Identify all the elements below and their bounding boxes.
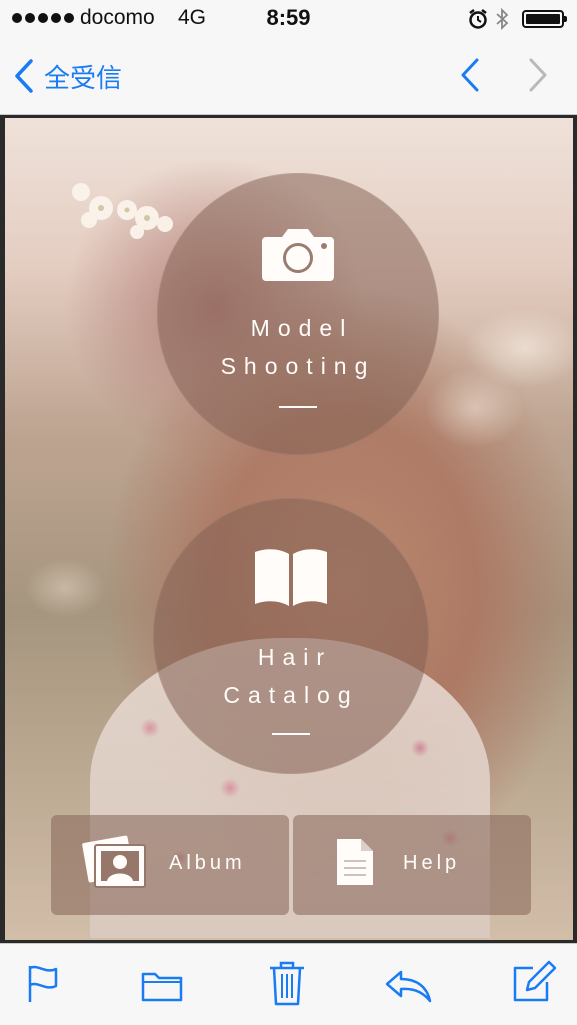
navigation-bar: 全受信: [0, 38, 577, 115]
flag-button[interactable]: [26, 964, 60, 1009]
divider-line: [272, 733, 310, 735]
flower-crown: [72, 183, 173, 239]
status-bar: docomo 4G 8:59: [0, 0, 577, 38]
reply-icon: [385, 970, 432, 1003]
camera-icon: [262, 229, 334, 281]
reply-button[interactable]: [383, 968, 433, 1009]
bluetooth-icon: [496, 7, 509, 31]
back-label: 全受信: [44, 62, 123, 93]
alarm-icon: [469, 9, 487, 29]
bottom-toolbar: [0, 943, 577, 1025]
photo-portrait-icon: [82, 835, 146, 888]
trash-icon: [270, 961, 304, 1006]
hair-catalog-label: Hair Catalog: [223, 644, 359, 708]
move-to-folder-button[interactable]: [141, 968, 183, 1007]
album-label: Album: [169, 852, 246, 874]
compose-icon: [513, 960, 557, 1002]
folder-icon: [141, 972, 183, 1002]
hero-photo: Model Shooting Hair Catalog Album Help: [5, 118, 573, 940]
dress-pattern: [90, 638, 490, 938]
model-shooting-button[interactable]: Model Shooting: [157, 173, 439, 455]
divider-line: [279, 406, 317, 408]
message-content: Model Shooting Hair Catalog Album Help: [0, 115, 577, 943]
compose-button[interactable]: [511, 960, 557, 1009]
chevron-left-icon: [15, 59, 33, 93]
hair-catalog-button[interactable]: Hair Catalog: [153, 498, 429, 774]
flag-icon: [28, 965, 58, 1002]
help-label: Help: [403, 852, 461, 874]
help-button[interactable]: Help: [293, 815, 531, 915]
clock: 8:59: [266, 5, 311, 30]
back-button[interactable]: 全受信: [14, 58, 122, 94]
album-button[interactable]: Album: [51, 815, 289, 915]
model-shooting-label: Model Shooting: [220, 315, 376, 379]
previous-message-button[interactable]: [455, 58, 485, 97]
battery-icon: [522, 10, 567, 28]
next-message-button[interactable]: [523, 58, 553, 97]
book-icon: [255, 549, 327, 606]
delete-button[interactable]: [268, 960, 306, 1011]
chevron-up-icon: [461, 58, 479, 92]
document-icon: [337, 839, 373, 885]
chevron-down-icon: [529, 58, 547, 92]
